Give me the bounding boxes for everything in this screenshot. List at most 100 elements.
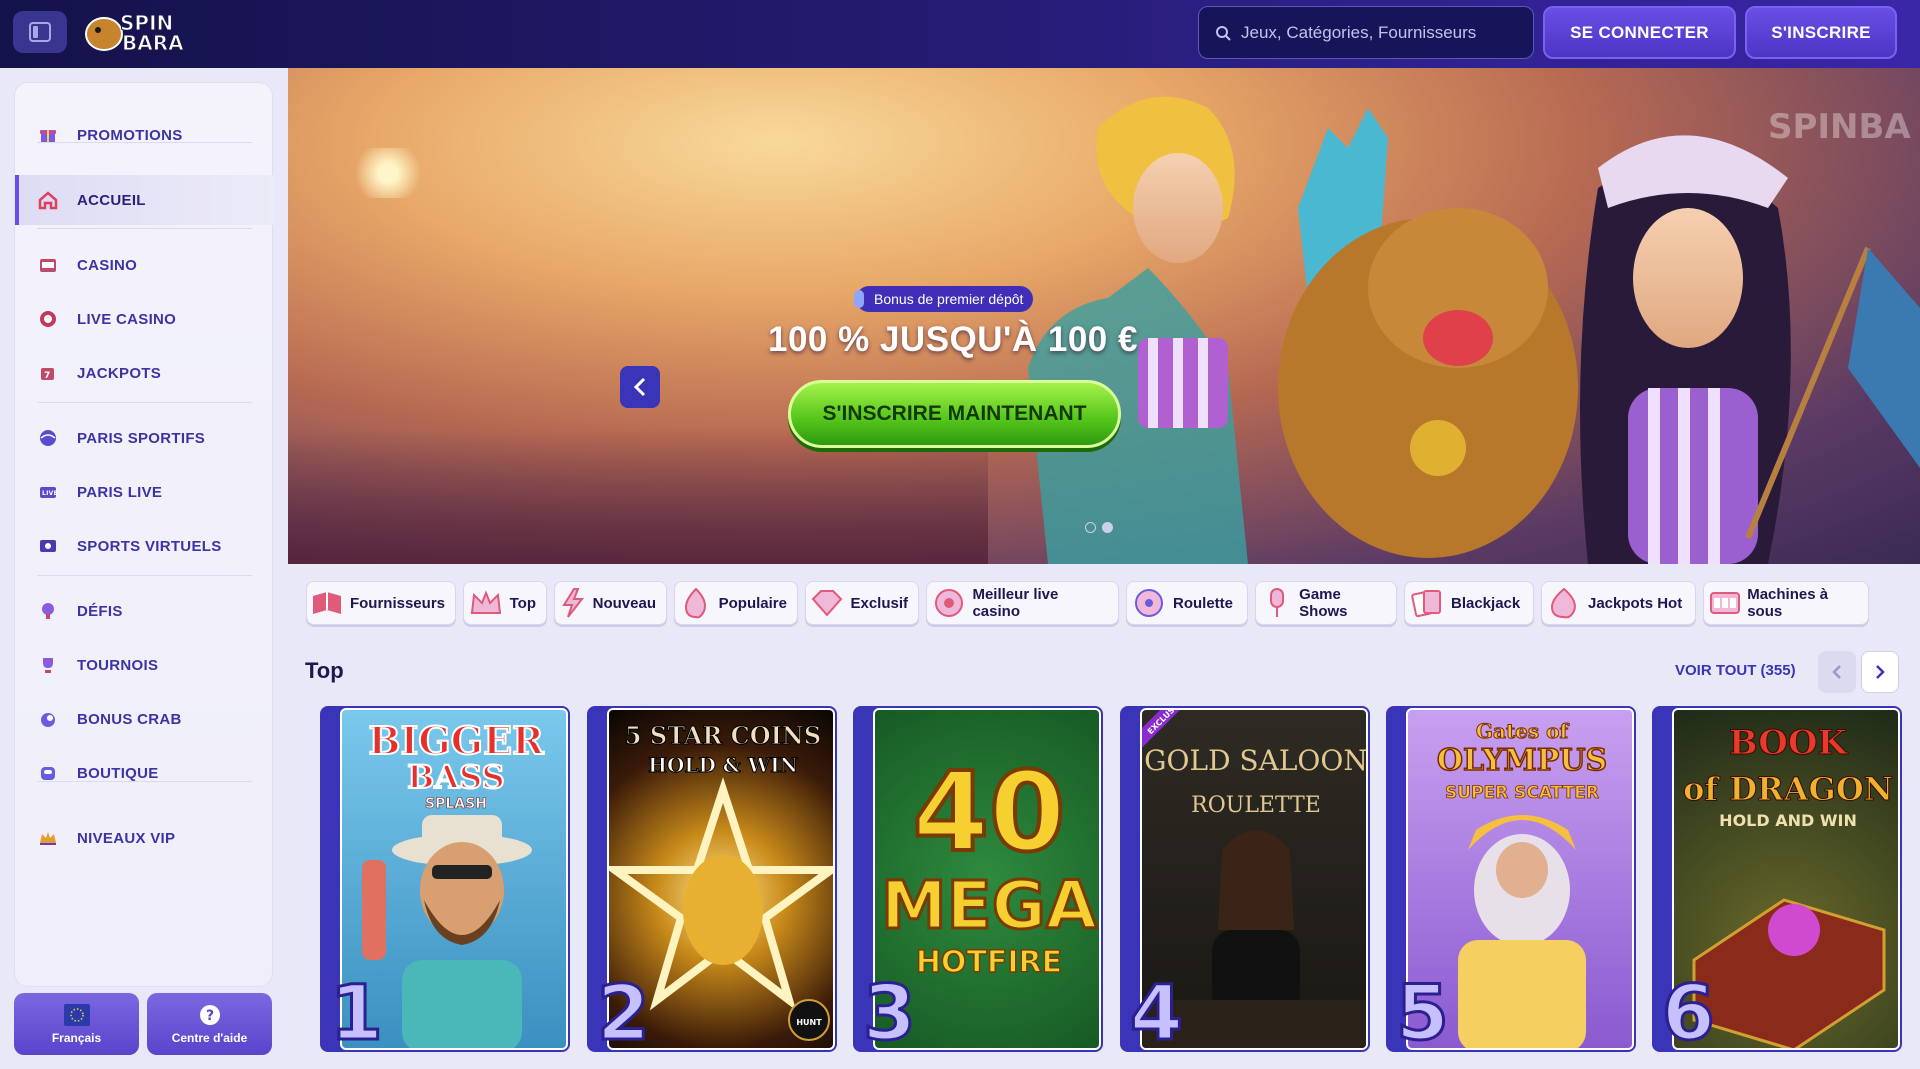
stadium-lights (348, 148, 428, 198)
crab-icon (37, 708, 59, 730)
carousel-dot[interactable] (1085, 522, 1096, 533)
hero-banner[interactable]: SPINBA Bonus de premier dépôt 100 % JUSQ… (288, 68, 1920, 564)
crowd-silhouette (288, 428, 988, 564)
slot-machine-icon (37, 254, 59, 276)
language-button[interactable]: Français (14, 993, 139, 1055)
svg-text:GOLD SALOON: GOLD SALOON (1144, 744, 1368, 777)
sidebar-item-label: NIVEAUX VIP (77, 829, 176, 847)
register-button[interactable]: S'INSCRIRE (1745, 6, 1897, 59)
category-meilleur-live-casino[interactable]: Meilleur live casino (926, 581, 1119, 625)
carousel-dot-active[interactable] (1102, 522, 1113, 533)
live-screen-icon: LIVE (37, 481, 59, 503)
sidebar-item-niveaux-vip[interactable]: NIVEAUX VIP (15, 813, 274, 863)
hero-title: 100 % JUSQU'À 100 € (768, 320, 1138, 359)
svg-text:HUNT: HUNT (796, 1018, 822, 1027)
spinbara-logo[interactable]: SPIN BARA (82, 8, 202, 56)
category-bar: Fournisseurs Top Nouveau Populaire Exclu… (288, 564, 1920, 644)
sidebar-item-casino[interactable]: CASINO (15, 240, 274, 290)
svg-text:BOOK: BOOK (1729, 723, 1849, 763)
sidebar-item-label: PROMOTIONS (77, 126, 183, 144)
challenge-icon (37, 600, 59, 622)
chevron-left-icon (633, 377, 646, 397)
crown-icon (468, 585, 504, 621)
sidebar-item-label: TOURNOIS (77, 656, 159, 674)
game-card[interactable]: BIGGER BASS SPLASH 1 (320, 706, 570, 1052)
category-roulette[interactable]: Roulette (1126, 581, 1248, 625)
svg-text:MEGA: MEGA (881, 867, 1097, 944)
search-input[interactable] (1241, 22, 1521, 43)
category-label: Top (509, 594, 536, 612)
language-label: Français (51, 1030, 102, 1045)
sidebar-item-defis[interactable]: DÉFIS (15, 586, 274, 636)
book-icon (311, 585, 344, 621)
roulette-icon (1131, 585, 1167, 621)
svg-text:SPINBA: SPINBA (1768, 107, 1911, 147)
category-top[interactable]: Top (463, 581, 547, 625)
category-label: Game Shows (1299, 586, 1348, 620)
svg-text:HOLD AND WIN: HOLD AND WIN (1719, 811, 1857, 830)
sidebar-item-tournois[interactable]: TOURNOIS (15, 640, 274, 690)
sidebar-item-bonus-crab[interactable]: BONUS CRAB (15, 694, 274, 744)
jackpot-icon: 7 (37, 362, 59, 384)
game-rank: 5 (1395, 967, 1451, 1053)
help-icon: ? (199, 1004, 220, 1025)
category-label: Nouveau (592, 594, 656, 612)
sidebar-item-promotions[interactable]: PROMOTIONS (15, 110, 274, 160)
svg-text:BARA: BARA (122, 31, 184, 55)
roulette-chip-icon (37, 308, 59, 330)
games-prev-button[interactable] (1818, 651, 1856, 693)
sidebar-item-boutique[interactable]: BOUTIQUE (15, 748, 274, 798)
game-card[interactable]: 40 MEGA HOTFIRE 3 (853, 706, 1103, 1052)
game-card[interactable]: EXCLUSIVE GOLD SALOON ROULETTE 4 (1120, 706, 1370, 1052)
sidebar-item-live-casino[interactable]: LIVE CASINO (15, 294, 274, 344)
see-all-link[interactable]: VOIR TOUT (355) (1675, 662, 1796, 679)
sidebar-item-label: PARIS SPORTIFS (77, 429, 206, 447)
svg-text:ROULETTE: ROULETTE (1191, 793, 1321, 818)
lightning-icon (559, 585, 587, 621)
sidebar-item-jackpots[interactable]: 7 JACKPOTS (15, 348, 274, 398)
carousel-dots (1085, 522, 1113, 533)
eu-flag-icon (63, 1003, 90, 1026)
category-machines-a-sous[interactable]: Machines à sous (1703, 581, 1869, 625)
category-exclusif[interactable]: Exclusif (805, 581, 919, 625)
svg-text:Gates of: Gates of (1476, 719, 1570, 743)
login-button[interactable]: SE CONNECTER (1543, 6, 1736, 59)
search-box[interactable] (1198, 6, 1534, 59)
section-title-top: Top (305, 658, 344, 683)
sidebar-toggle-button[interactable] (13, 11, 67, 53)
svg-text:OLYMPUS: OLYMPUS (1437, 743, 1607, 778)
category-label: Populaire (718, 594, 787, 612)
svg-text:BIGGER: BIGGER (368, 718, 544, 763)
category-fournisseurs[interactable]: Fournisseurs (306, 581, 456, 625)
trophy-icon (37, 654, 59, 676)
svg-text:?: ? (206, 1008, 214, 1024)
game-card[interactable]: Gates of OLYMPUS SUPER SCATTER 5 (1386, 706, 1636, 1052)
game-card[interactable]: 5 STAR COINS HOLD & WIN HUNT 2 (587, 706, 837, 1052)
signup-now-button[interactable]: S'INSCRIRE MAINTENANT (788, 380, 1121, 448)
cards-icon (1409, 585, 1445, 621)
svg-text:of DRAGON: of DRAGON (1683, 770, 1893, 808)
sidebar-item-paris-live[interactable]: LIVE PARIS LIVE (15, 467, 274, 517)
virtual-sports-icon (37, 535, 59, 557)
help-center-button[interactable]: ? Centre d'aide (147, 993, 272, 1055)
sidebar-item-paris-sportifs[interactable]: PARIS SPORTIFS (15, 413, 274, 463)
sidebar-item-label: JACKPOTS (77, 364, 162, 382)
carousel-prev-button[interactable] (620, 366, 660, 408)
flame-icon (679, 585, 713, 621)
chevron-right-icon (1876, 665, 1885, 679)
sidebar-item-sports-virtuels[interactable]: SPORTS VIRTUELS (15, 521, 274, 571)
chevron-left-icon (1832, 665, 1841, 679)
svg-text:SPLASH: SPLASH (425, 796, 487, 812)
search-icon (1216, 25, 1231, 41)
category-populaire[interactable]: Populaire (674, 581, 798, 625)
category-label: Machines à sous (1747, 586, 1829, 620)
category-game-shows[interactable]: Game Shows (1255, 581, 1397, 625)
game-card[interactable]: BOOK of DRAGON HOLD AND WIN 6 (1652, 706, 1902, 1052)
category-jackpots-hot[interactable]: Jackpots Hot (1541, 581, 1696, 625)
category-blackjack[interactable]: Blackjack (1404, 581, 1534, 625)
sidebar-item-accueil[interactable]: ACCUEIL (15, 175, 274, 225)
category-label: Fournisseurs (349, 594, 445, 612)
sidebar-item-label: BOUTIQUE (77, 764, 159, 782)
games-next-button[interactable] (1861, 651, 1899, 693)
category-nouveau[interactable]: Nouveau (554, 581, 667, 625)
